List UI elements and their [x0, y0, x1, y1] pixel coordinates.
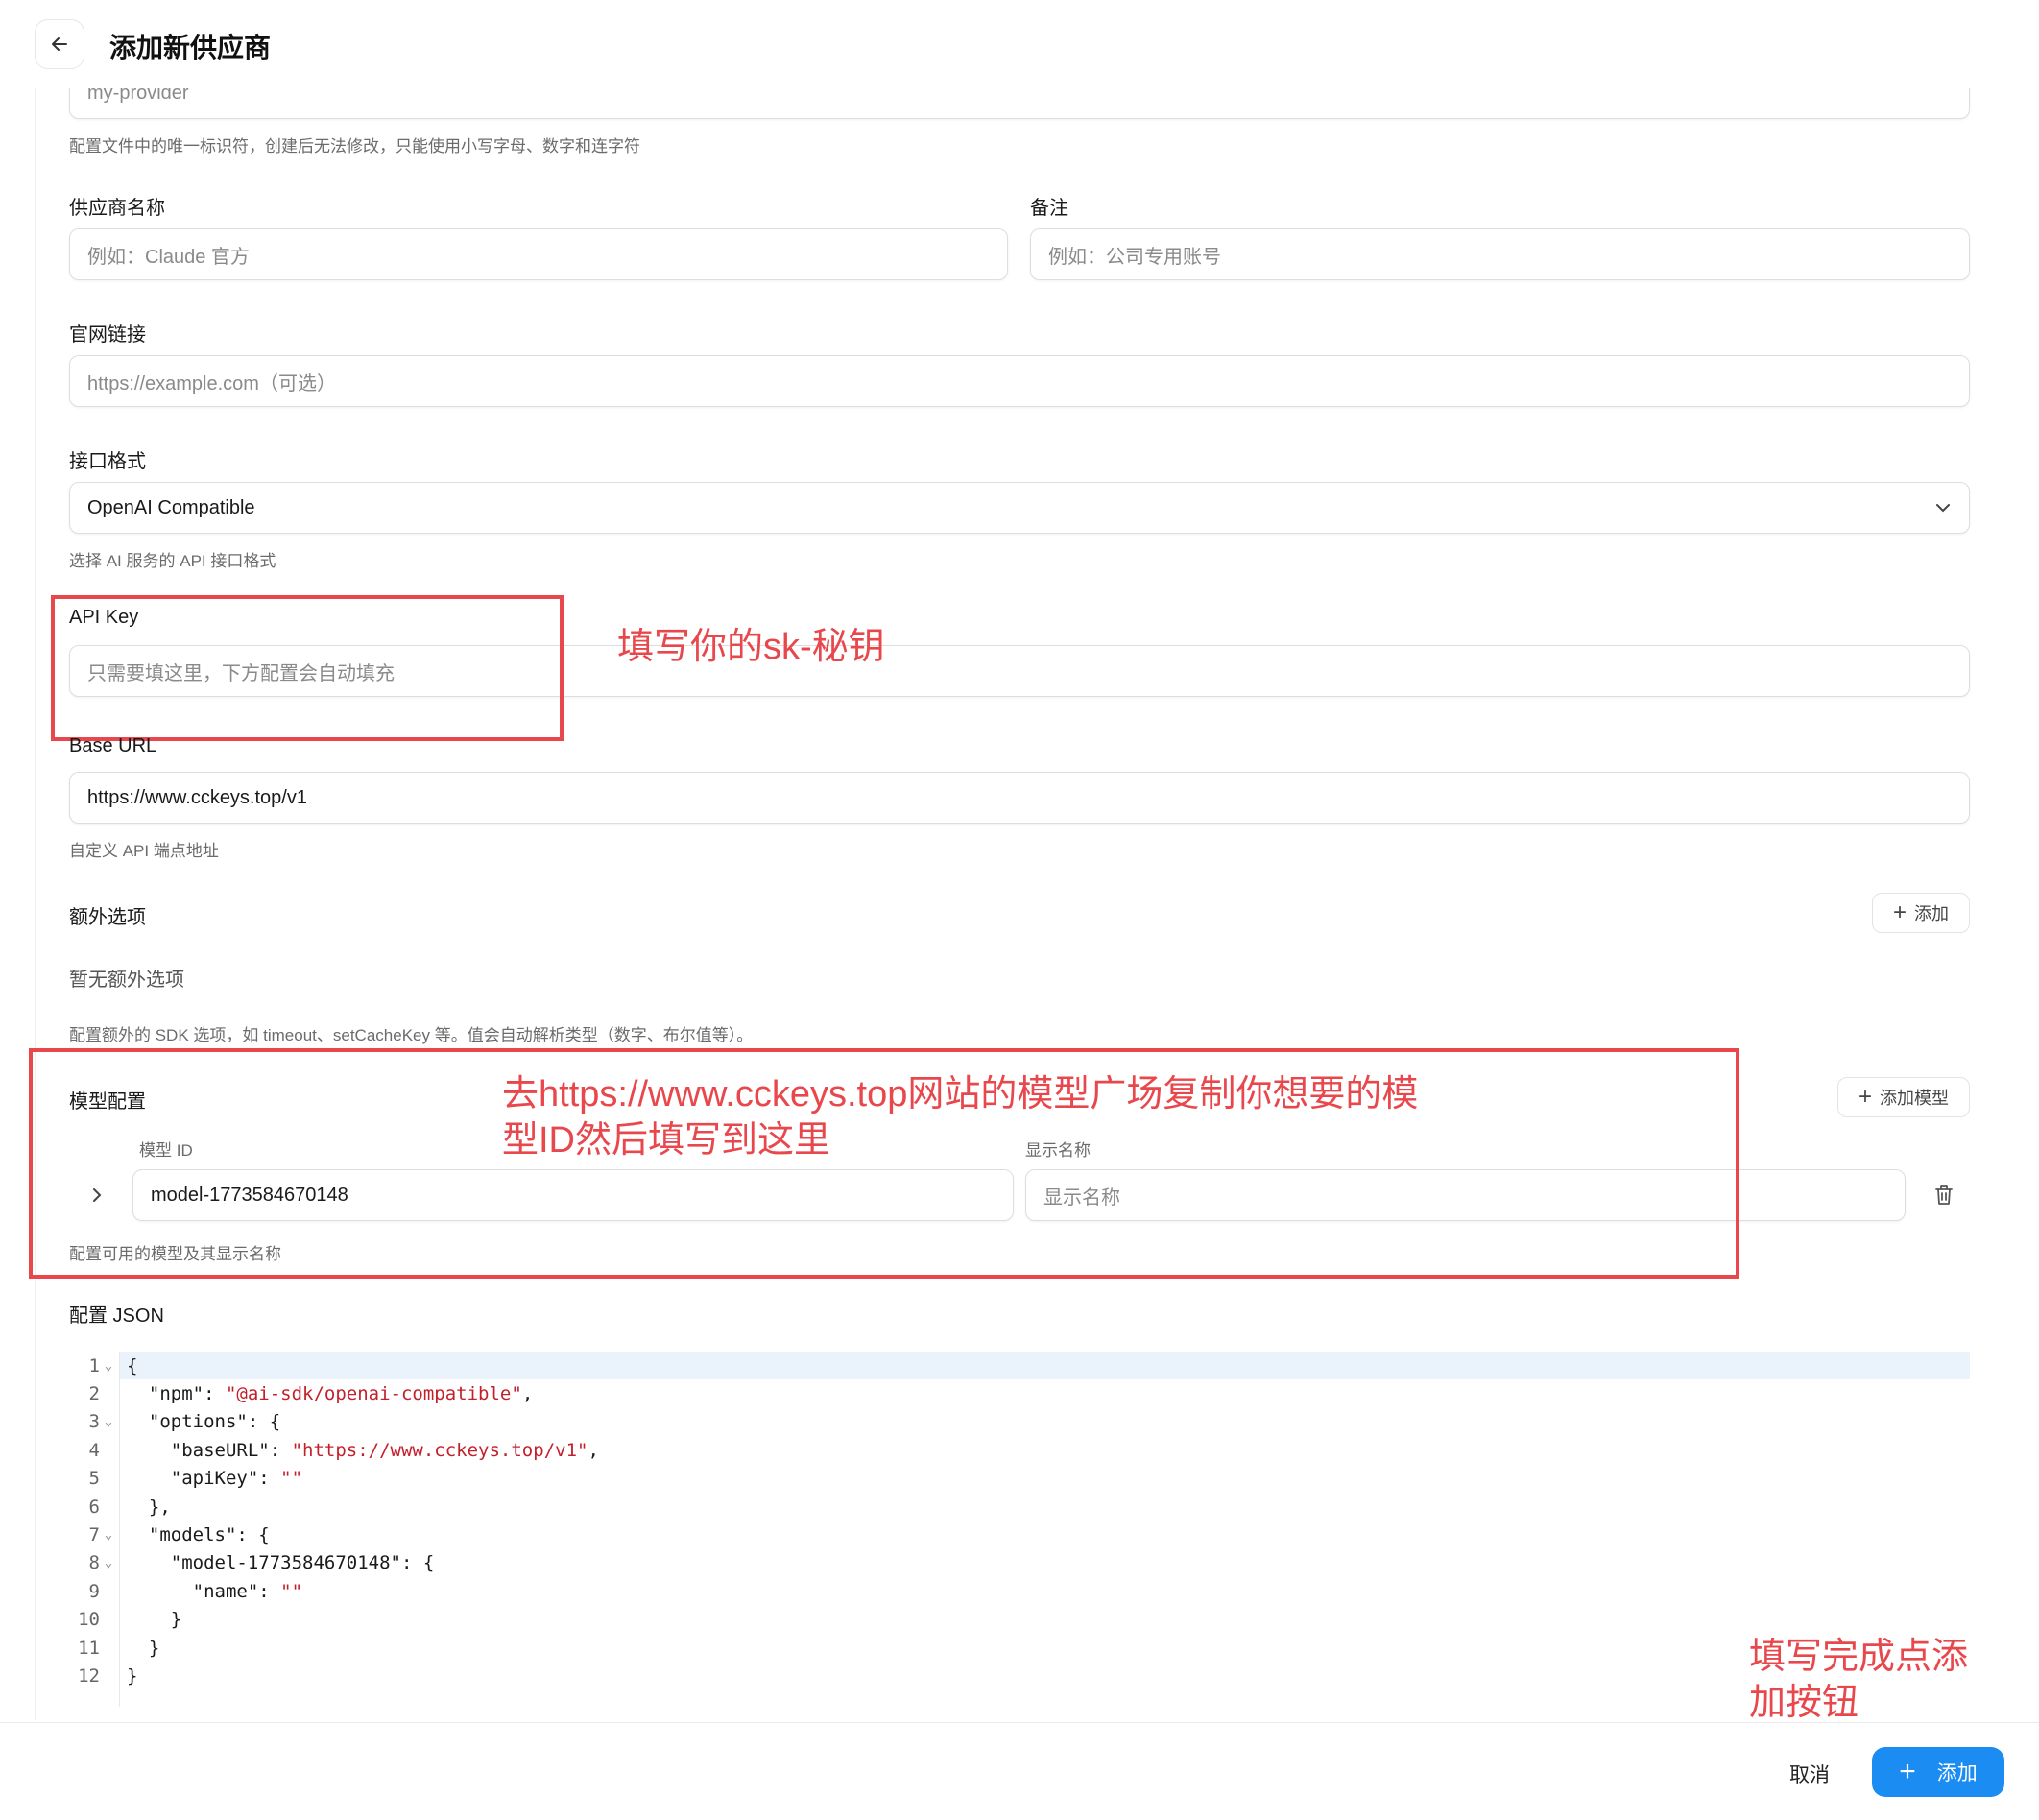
- code-text: {: [127, 1354, 138, 1377]
- base-url-label: Base URL: [69, 735, 157, 756]
- back-button[interactable]: [35, 19, 84, 69]
- code-line: 2 "npm": "@ai-sdk/openai-compatible",: [69, 1379, 1970, 1407]
- line-number: 8: [88, 1552, 100, 1574]
- code-text: "npm": "@ai-sdk/openai-compatible",: [127, 1383, 534, 1405]
- add-extra-option-button[interactable]: + 添加: [1872, 893, 1970, 933]
- page-header: 添加新供应商: [0, 0, 2039, 88]
- content-left-border: [35, 88, 36, 1720]
- line-number: 9: [88, 1580, 100, 1602]
- api-format-label: 接口格式: [69, 451, 146, 472]
- website-placeholder: https://example.com（可选）: [87, 372, 336, 395]
- fold-toggle-icon[interactable]: ⌄: [100, 1414, 117, 1429]
- add-extra-option-label: 添加: [1914, 904, 1949, 923]
- code-text: "apiKey": "": [127, 1468, 303, 1490]
- extra-options-empty: 暂无额外选项: [69, 970, 184, 991]
- line-number: 4: [88, 1439, 100, 1461]
- code-text: }: [127, 1664, 138, 1687]
- code-line: 9 "name": "": [69, 1577, 1970, 1605]
- code-text: "baseURL": "https://www.cckeys.top/v1",: [127, 1439, 599, 1461]
- notes-placeholder: 例如：公司专用账号: [1048, 246, 1221, 268]
- config-json-editor[interactable]: 1 ⌄{2 "npm": "@ai-sdk/openai-compatible",…: [69, 1352, 1970, 1707]
- fold-toggle-icon[interactable]: ⌄: [100, 1527, 117, 1543]
- code-line: 5 "apiKey": "": [69, 1465, 1970, 1493]
- fold-toggle-icon[interactable]: ⌄: [100, 1555, 117, 1570]
- provider-name-input[interactable]: 例如：Claude 官方: [69, 228, 1008, 280]
- submit-add-button[interactable]: + 添加: [1872, 1747, 2004, 1797]
- code-text: "model-1773584670148": {: [127, 1552, 435, 1574]
- api-format-value: OpenAI Compatible: [87, 496, 255, 518]
- provider-name-placeholder: 例如：Claude 官方: [87, 246, 250, 268]
- fold-toggle-icon[interactable]: ⌄: [100, 1358, 117, 1374]
- config-json-label: 配置 JSON: [69, 1305, 164, 1327]
- website-label: 官网链接: [69, 324, 146, 346]
- dialog-footer: [0, 1722, 2039, 1820]
- code-line: 6 },: [69, 1493, 1970, 1521]
- code-line: 3 ⌄ "options": {: [69, 1408, 1970, 1436]
- line-number: 5: [88, 1468, 100, 1490]
- plus-icon: +: [1899, 1756, 1916, 1787]
- submit-add-label: 添加: [1936, 1762, 1978, 1784]
- submit-annotation-line2: 加按钮: [1749, 1683, 1859, 1723]
- provider-id-hint: 配置文件中的唯一标识符，创建后无法修改，只能使用小写字母、数字和连字符: [69, 137, 640, 156]
- base-url-value: https://www.cckeys.top/v1: [87, 786, 307, 808]
- delete-model-button[interactable]: [1930, 1181, 1958, 1209]
- code-line: 1 ⌄ {: [69, 1352, 1970, 1379]
- code-text: "models": {: [127, 1524, 270, 1546]
- cancel-button[interactable]: 取消: [1776, 1753, 1843, 1795]
- code-text: "name": "": [127, 1580, 303, 1602]
- line-number: 3: [88, 1411, 100, 1433]
- notes-label: 备注: [1030, 198, 1068, 219]
- add-model-label: 添加模型: [1880, 1089, 1949, 1108]
- plus-icon: +: [1892, 899, 1907, 925]
- code-text: }: [127, 1609, 182, 1631]
- models-annotation-line2: 型ID然后填写到这里: [502, 1120, 831, 1161]
- website-input[interactable]: https://example.com（可选）: [69, 355, 1970, 407]
- code-text: "options": {: [127, 1411, 281, 1433]
- arrow-left-icon: [52, 37, 67, 51]
- code-line: 12}: [69, 1662, 1970, 1689]
- notes-input[interactable]: 例如：公司专用账号: [1030, 228, 1970, 280]
- code-line: 8 ⌄ "model-1773584670148": {: [69, 1549, 1970, 1577]
- code-line: 10 }: [69, 1606, 1970, 1634]
- trash-icon: [1935, 1185, 1953, 1205]
- api-key-highlight-box: [51, 595, 564, 741]
- provider-name-label: 供应商名称: [69, 198, 165, 219]
- api-format-select[interactable]: OpenAI Compatible: [69, 482, 1970, 534]
- code-text: }: [127, 1637, 160, 1659]
- line-number: 1: [88, 1354, 100, 1377]
- api-key-annotation: 填写你的sk-秘钥: [617, 627, 885, 667]
- line-number: 10: [78, 1609, 100, 1631]
- line-number: 6: [88, 1496, 100, 1518]
- line-number: 7: [88, 1524, 100, 1546]
- code-line: 7 ⌄ "models": {: [69, 1521, 1970, 1548]
- code-line: 4 "baseURL": "https://www.cckeys.top/v1"…: [69, 1436, 1970, 1464]
- base-url-hint: 自定义 API 端点地址: [69, 842, 219, 860]
- base-url-input[interactable]: https://www.cckeys.top/v1: [69, 772, 1970, 824]
- chevron-down-icon: [1936, 504, 1950, 513]
- add-model-button[interactable]: + 添加模型: [1837, 1077, 1970, 1117]
- line-number: 11: [78, 1637, 100, 1659]
- line-number: 2: [88, 1383, 100, 1405]
- submit-annotation-line1: 填写完成点添: [1749, 1637, 1969, 1677]
- line-number: 12: [78, 1664, 100, 1687]
- plus-icon: +: [1858, 1084, 1872, 1110]
- api-format-hint: 选择 AI 服务的 API 接口格式: [69, 552, 276, 570]
- extra-options-hint: 配置额外的 SDK 选项，如 timeout、setCacheKey 等。值会自…: [69, 1026, 754, 1044]
- code-text: },: [127, 1496, 171, 1518]
- models-annotation-line1: 去https://www.cckeys.top网站的模型广场复制你想要的模: [502, 1074, 1419, 1114]
- code-line: 11 }: [69, 1634, 1970, 1662]
- page-title: 添加新供应商: [109, 33, 272, 62]
- extra-options-label: 额外选项: [69, 907, 146, 928]
